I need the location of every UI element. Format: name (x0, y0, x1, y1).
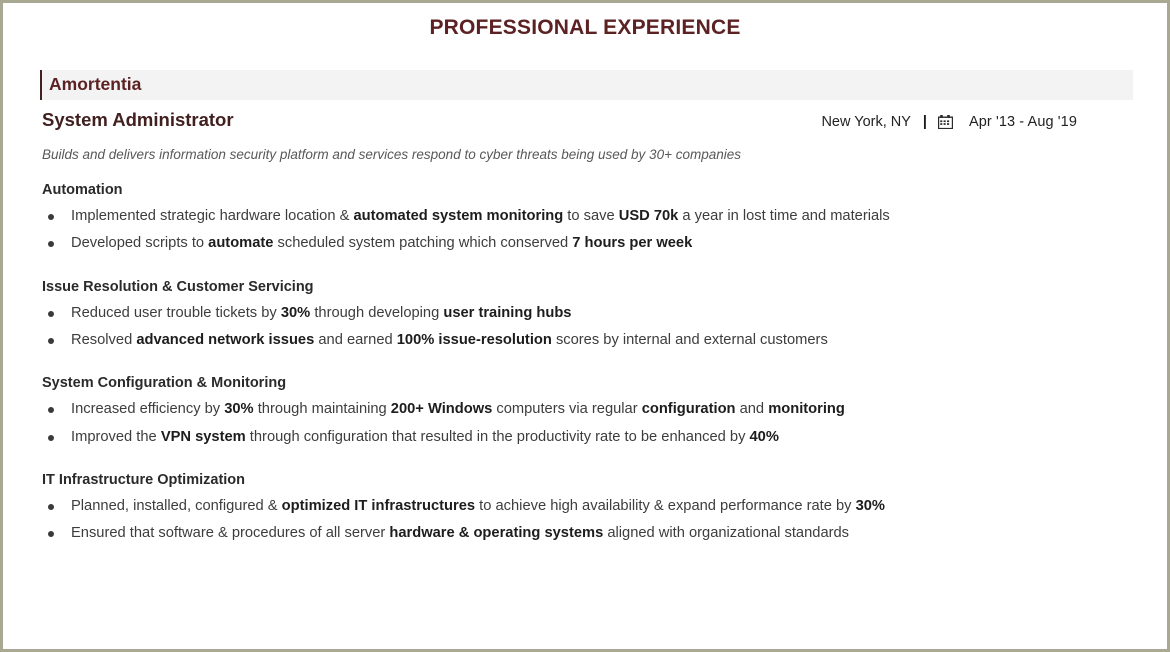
bullet-list: Increased efficiency by 30% through main… (5, 396, 1165, 451)
bullet-text: scores by internal and external customer… (551, 331, 828, 348)
bullet-item: Implemented strategic hardware location … (48, 203, 1165, 230)
bullet-text: Developed scripts to (71, 235, 209, 252)
resume-page-inner: PROFESSIONAL EXPERIENCE Amortentia Syste… (3, 3, 1167, 649)
bullet-list: Reduced user trouble tickets by 30% thro… (5, 300, 1165, 355)
job-header-row: System Administrator New York, NY | Apr … (42, 109, 1077, 131)
bullet-text: and earned (314, 331, 397, 348)
bullet-item: Reduced user trouble tickets by 30% thro… (48, 300, 1165, 327)
job-location: New York, NY (821, 114, 911, 130)
bullet-highlight: optimized IT infrastructures (281, 497, 476, 514)
bullet-highlight: automated system monitoring (353, 208, 564, 224)
job-meta: New York, NY | Apr '13 - Aug '19 (821, 114, 1077, 130)
bullet-highlight: USD 70k (618, 208, 679, 224)
bullet-highlight: VPN system (160, 428, 246, 445)
bullet-highlight: 30% (855, 497, 885, 514)
bullet-text: and (735, 401, 769, 418)
bullet-text: Reduced user trouble tickets by (71, 304, 281, 321)
bullet-highlight: 30% (224, 401, 254, 418)
job-dates: Apr '13 - Aug '19 (968, 114, 1077, 130)
bullet-highlight: 200+ Windows (390, 401, 493, 418)
bullet-text: scheduled system patching which conserve… (273, 235, 573, 252)
job-summary: Builds and delivers information security… (42, 147, 741, 162)
bullet-highlight: 40% (749, 428, 779, 445)
bullet-highlight: automate (208, 235, 274, 252)
bullet-text: Increased efficiency by (71, 401, 225, 418)
bullet-text: computers via regular (492, 401, 642, 418)
resume-page: PROFESSIONAL EXPERIENCE Amortentia Syste… (0, 0, 1170, 652)
group-heading: Automation (42, 182, 123, 198)
bullet-highlight: 100% issue-resolution (396, 331, 552, 348)
experience-group: Issue Resolution & Customer Servicing Red… (5, 279, 1165, 355)
experience-group: Automation Implemented strategic hardware… (5, 182, 1165, 258)
company-name: Amortentia (49, 74, 142, 95)
bullet-highlight: 30% (280, 304, 311, 321)
calendar-icon (937, 115, 953, 129)
bullet-text: Ensured that software & procedures of al… (71, 525, 390, 542)
bullet-list: Implemented strategic hardware location … (5, 203, 1165, 258)
bullet-highlight: user training hubs (443, 304, 572, 321)
bullet-highlight: advanced network issues (136, 331, 315, 348)
bullet-text: through maintaining (253, 401, 391, 418)
bullet-text: Improved the (71, 428, 161, 445)
bullet-item: Improved the VPN system through configur… (48, 424, 1165, 451)
job-title: System Administrator (42, 109, 234, 130)
bullet-text: through configuration that resulted in t… (245, 428, 750, 445)
bullet-item: Ensured that software & procedures of al… (48, 520, 1165, 547)
company-band: Amortentia (40, 70, 1133, 100)
group-heading: IT Infrastructure Optimization (42, 471, 246, 488)
bullet-highlight: configuration (641, 401, 736, 418)
bullet-text: Implemented strategic hardware location … (71, 208, 354, 224)
bullet-text: to achieve high availability & expand pe… (475, 497, 856, 514)
group-heading: Issue Resolution & Customer Servicing (42, 278, 314, 295)
bullet-text: a year in lost time and materials (678, 208, 890, 224)
bullet-item: Planned, installed, configured & optimiz… (48, 493, 1165, 520)
bullet-text: through developing (310, 304, 444, 321)
bullet-highlight: monitoring (768, 401, 845, 418)
bullet-item: Increased efficiency by 30% through main… (48, 396, 1165, 423)
page-title: PROFESSIONAL EXPERIENCE (429, 16, 741, 39)
bullet-list: Planned, installed, configured & optimiz… (5, 493, 1165, 548)
bullet-text: aligned with organizational standards (603, 525, 850, 542)
bullet-highlight: 7 hours per week (572, 235, 693, 252)
bullet-item: Resolved advanced network issues and ear… (48, 327, 1165, 354)
group-heading: System Configuration & Monitoring (42, 375, 287, 392)
bullet-text: Planned, installed, configured & (71, 497, 282, 514)
bullet-text: to save (563, 208, 619, 224)
experience-groups: Automation Implemented strategic hardware… (5, 182, 1165, 548)
bullet-text: Resolved (71, 331, 137, 348)
bullet-item: Developed scripts to automate scheduled … (48, 230, 1165, 257)
experience-group: System Configuration & Monitoring Increas… (5, 375, 1165, 451)
meta-separator: | (922, 114, 927, 130)
bullet-highlight: hardware & operating systems (389, 525, 604, 542)
experience-group: IT Infrastructure Optimization Planned, i… (5, 472, 1165, 548)
